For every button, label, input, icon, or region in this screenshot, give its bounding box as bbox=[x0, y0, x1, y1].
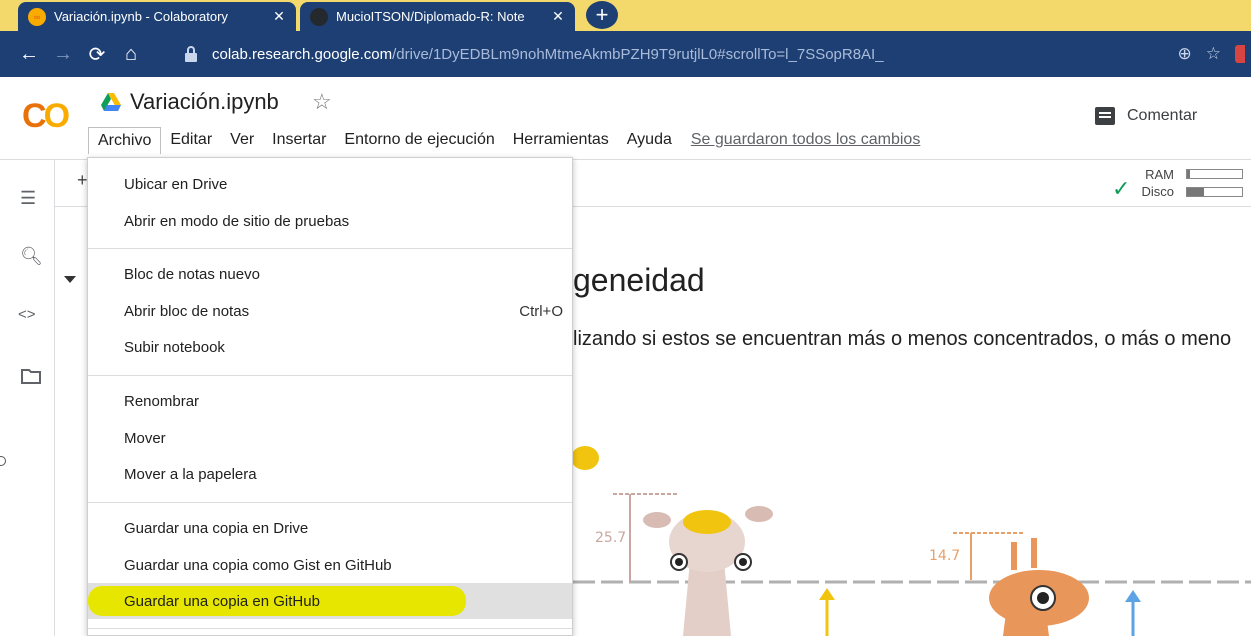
forward-arrow-icon[interactable]: → bbox=[46, 43, 80, 66]
back-arrow-icon[interactable]: ← bbox=[12, 43, 46, 66]
code-snippets-icon[interactable]: <> bbox=[18, 306, 36, 323]
reload-icon[interactable]: ⟳ bbox=[80, 42, 114, 67]
colab-favicon-icon: ∞ bbox=[28, 7, 46, 26]
close-tab-icon[interactable]: ✕ bbox=[547, 8, 569, 25]
giraffes-illustration: 25.7 14.7 bbox=[573, 446, 1251, 636]
menu-item-ubicar-en-drive[interactable]: Ubicar en Drive bbox=[88, 166, 572, 202]
tab-github-repo[interactable]: MucioITSON/Diplomado-R: Note ✕ bbox=[300, 2, 575, 31]
menu-item-bloc-nuevo[interactable]: Bloc de notas nuevo bbox=[88, 256, 572, 292]
favorite-star-icon[interactable]: ☆ bbox=[312, 89, 332, 115]
url-host: colab.research.google.com bbox=[212, 45, 393, 63]
menu-bar: Archivo Editar Ver Insertar Entorno de e… bbox=[88, 126, 920, 154]
bookmark-star-icon[interactable]: ☆ bbox=[1206, 44, 1221, 64]
shortcut-label: Ctrl+O bbox=[519, 302, 563, 320]
collapse-section-icon[interactable] bbox=[64, 276, 76, 283]
menu-item-renombrar[interactable]: Renombrar bbox=[88, 383, 572, 419]
disk-label: Disco bbox=[1141, 184, 1174, 199]
menu-item-abrir-sitio-pruebas[interactable]: Abrir en modo de sitio de pruebas bbox=[88, 203, 572, 239]
github-favicon-icon bbox=[310, 7, 328, 26]
url-path: /drive/1DyEDBLm9nohMtmeAkmbPZH9T9rutjlL0… bbox=[392, 45, 884, 63]
measure-label-right: 14.7 bbox=[929, 548, 960, 564]
section-paragraph: lizando si estos se encuentran más o men… bbox=[573, 328, 1232, 350]
connected-check-icon: ✓ bbox=[1112, 176, 1131, 201]
menu-editar[interactable]: Editar bbox=[161, 127, 221, 153]
disk-usage-bar bbox=[1186, 187, 1243, 197]
browser-toolbar: ← → ⟳ ⌂ colab.research.google.com/drive/… bbox=[0, 31, 1251, 77]
ram-label: RAM bbox=[1145, 167, 1174, 182]
files-folder-icon[interactable] bbox=[21, 368, 41, 384]
menu-separator bbox=[88, 375, 572, 376]
tab-title: MucioITSON/Diplomado-R: Note bbox=[336, 9, 525, 24]
zoom-icon[interactable]: ⊕ bbox=[1178, 44, 1192, 64]
file-menu-dropdown: Ubicar en Drive Abrir en modo de sitio d… bbox=[87, 157, 573, 636]
address-bar[interactable]: colab.research.google.com/drive/1DyEDBLm… bbox=[170, 38, 1245, 70]
menu-archivo[interactable]: Archivo bbox=[88, 126, 162, 154]
menu-item-copia-drive[interactable]: Guardar una copia en Drive bbox=[88, 510, 572, 546]
menu-item-subir-notebook[interactable]: Subir notebook bbox=[88, 329, 572, 365]
menu-item-mover-papelera[interactable]: Mover a la papelera bbox=[88, 456, 572, 492]
search-icon[interactable]: 🔍︎ bbox=[20, 246, 43, 267]
menu-item-mover[interactable]: Mover bbox=[88, 420, 572, 456]
comment-label: Comentar bbox=[1127, 107, 1198, 124]
comment-button[interactable]: Comentar bbox=[1095, 107, 1197, 125]
menu-herramientas[interactable]: Herramientas bbox=[504, 127, 618, 153]
ram-usage-fill bbox=[1187, 170, 1190, 178]
menu-item-copia-gist[interactable]: Guardar una copia como Gist en GitHub bbox=[88, 547, 572, 583]
save-status-link[interactable]: Se guardaron todos los cambios bbox=[691, 131, 920, 149]
tab-title: Variación.ipynb - Colaboratory bbox=[54, 9, 228, 24]
tab-colab-notebook[interactable]: ∞ Variación.ipynb - Colaboratory ✕ bbox=[18, 2, 296, 31]
menu-separator bbox=[88, 502, 572, 503]
close-tab-icon[interactable]: ✕ bbox=[268, 8, 290, 25]
menu-separator bbox=[88, 628, 572, 629]
lock-icon bbox=[185, 46, 197, 62]
menu-ver[interactable]: Ver bbox=[221, 127, 263, 153]
new-tab-button[interactable]: + bbox=[586, 1, 618, 29]
extension-icon[interactable] bbox=[1235, 45, 1245, 63]
notebook-title[interactable]: Variación.ipynb bbox=[130, 89, 279, 115]
menu-insertar[interactable]: Insertar bbox=[263, 127, 335, 153]
home-icon[interactable]: ⌂ bbox=[114, 43, 148, 66]
menu-item-copia-github[interactable]: Guardar una copia en GitHub bbox=[88, 583, 572, 619]
add-cell-button[interactable]: + bbox=[77, 170, 88, 191]
comment-icon bbox=[1095, 107, 1115, 125]
table-of-contents-icon[interactable]: ☰ bbox=[20, 188, 36, 209]
section-heading: geneidad bbox=[573, 262, 705, 298]
menu-separator bbox=[88, 248, 572, 249]
browser-tab-strip: ∞ Variación.ipynb - Colaboratory ✕ Mucio… bbox=[0, 0, 1251, 31]
ram-usage-bar bbox=[1186, 169, 1243, 179]
measure-label-left: 25.7 bbox=[595, 530, 626, 546]
menu-item-abrir-bloc[interactable]: Abrir bloc de notas Ctrl+O bbox=[88, 293, 572, 329]
left-sidebar: ☰ 🔍︎ <> bbox=[0, 160, 55, 636]
colab-logo[interactable]: CO bbox=[22, 97, 70, 136]
disk-usage-fill bbox=[1187, 188, 1204, 196]
menu-ayuda[interactable]: Ayuda bbox=[618, 127, 681, 153]
colab-header: CO Variación.ipynb ☆ Archivo Editar Ver … bbox=[0, 77, 1251, 160]
google-drive-icon[interactable] bbox=[101, 93, 121, 111]
menu-entorno[interactable]: Entorno de ejecución bbox=[335, 127, 503, 153]
